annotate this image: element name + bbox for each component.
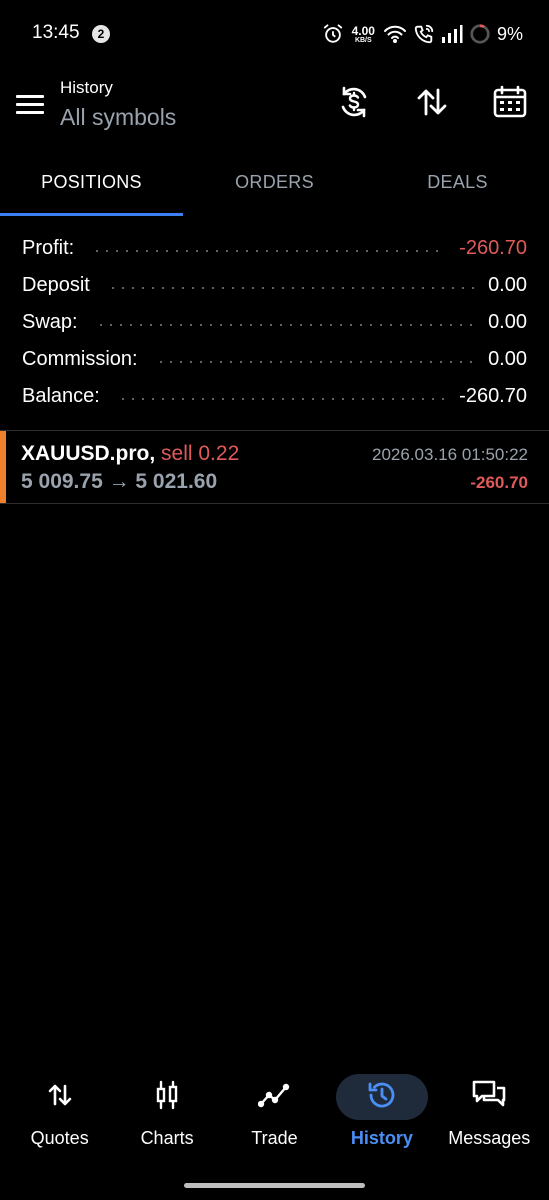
position-side-accent (0, 431, 6, 503)
position-symbol: XAUUSD.pro, (21, 442, 156, 465)
status-icons: 4.00 KB/S 9% (322, 20, 523, 48)
sort-arrows-icon (414, 84, 450, 125)
tab-deals[interactable]: DEALS (366, 150, 549, 216)
dotted-leader (107, 286, 475, 289)
symbol-filter[interactable]: All symbols (60, 104, 176, 131)
nav-history[interactable]: History (332, 1070, 432, 1160)
balance-label: Balance: (22, 385, 100, 407)
dotted-leader (92, 249, 446, 252)
summary-row-commission: Commission: 0.00 (22, 341, 527, 378)
battery-ring-icon (469, 23, 491, 45)
position-list-item[interactable]: XAUUSD.pro, sell 0.22 2026.03.16 01:50:2… (0, 430, 549, 504)
summary-row-balance: Balance: -260.70 (22, 378, 527, 415)
swap-value: 0.00 (488, 311, 527, 333)
calendar-button[interactable] (490, 84, 530, 124)
network-speed: 4.00 KB/S (351, 23, 375, 44)
quotes-arrows-icon (46, 1081, 74, 1114)
summary-row-swap: Swap: 0.00 (22, 304, 527, 341)
signal-icon (441, 24, 463, 44)
commission-label: Commission: (22, 348, 138, 370)
nav-charts[interactable]: Charts (117, 1070, 217, 1160)
tab-orders[interactable]: ORDERS (183, 150, 366, 216)
dotted-leader (155, 360, 475, 363)
history-clock-icon (366, 1079, 398, 1116)
deposit-label: Deposit (22, 274, 90, 296)
trend-line-icon (258, 1081, 290, 1114)
calendar-icon (492, 84, 528, 125)
position-prices: 5 009.75 → 5 021.60 (21, 470, 218, 493)
messages-icon (471, 1078, 507, 1117)
nav-history-label: History (350, 1128, 413, 1148)
candlestick-icon (153, 1080, 181, 1115)
currency-refresh-button[interactable] (334, 84, 374, 124)
nav-quotes[interactable]: Quotes (10, 1070, 110, 1160)
summary-row-deposit: Deposit 0.00 (22, 267, 527, 304)
swap-label: Swap: (22, 311, 78, 333)
history-tabs: POSITIONS ORDERS DEALS (0, 150, 549, 216)
sort-button[interactable] (412, 84, 452, 124)
nav-charts-label: Charts (140, 1128, 194, 1148)
currency-refresh-icon (336, 84, 372, 125)
page-title: History (60, 78, 113, 97)
nav-trade[interactable]: Trade (224, 1070, 324, 1160)
alarm-icon (322, 23, 344, 45)
position-datetime: 2026.03.16 01:50:22 (372, 445, 528, 464)
app-header: History All symbols (0, 70, 549, 140)
position-side-volume: sell 0.22 (161, 442, 240, 465)
deposit-value: 0.00 (488, 274, 527, 296)
nav-quotes-label: Quotes (30, 1128, 89, 1148)
balance-value: -260.70 (459, 385, 527, 407)
position-profit: -260.70 (470, 473, 528, 492)
commission-value: 0.00 (488, 348, 527, 370)
history-summary: Profit: -260.70 Deposit 0.00 Swap: 0.00 … (22, 230, 527, 415)
status-time: 13:45 (32, 22, 80, 43)
notification-count-badge: 2 (92, 25, 110, 43)
profit-value: -260.70 (459, 237, 527, 259)
position-title: XAUUSD.pro, sell 0.22 (21, 442, 239, 466)
hamburger-menu-icon[interactable] (14, 92, 46, 118)
status-bar: 13:45 2 4.00 KB/S 9% (0, 0, 549, 70)
nav-messages[interactable]: Messages (439, 1070, 539, 1160)
bottom-navigation: Quotes Charts Trade History Messages (0, 1070, 549, 1160)
wifi-icon (383, 24, 407, 44)
summary-row-profit: Profit: -260.70 (22, 230, 527, 267)
battery-percentage: 9% (496, 23, 523, 44)
nav-trade-label: Trade (251, 1128, 298, 1148)
profit-label: Profit: (22, 237, 75, 259)
dotted-leader (117, 397, 446, 400)
wifi-calling-icon (413, 23, 435, 45)
home-indicator[interactable] (184, 1183, 365, 1188)
nav-messages-label: Messages (448, 1128, 531, 1148)
dotted-leader (95, 323, 475, 326)
tab-positions[interactable]: POSITIONS (0, 150, 183, 216)
